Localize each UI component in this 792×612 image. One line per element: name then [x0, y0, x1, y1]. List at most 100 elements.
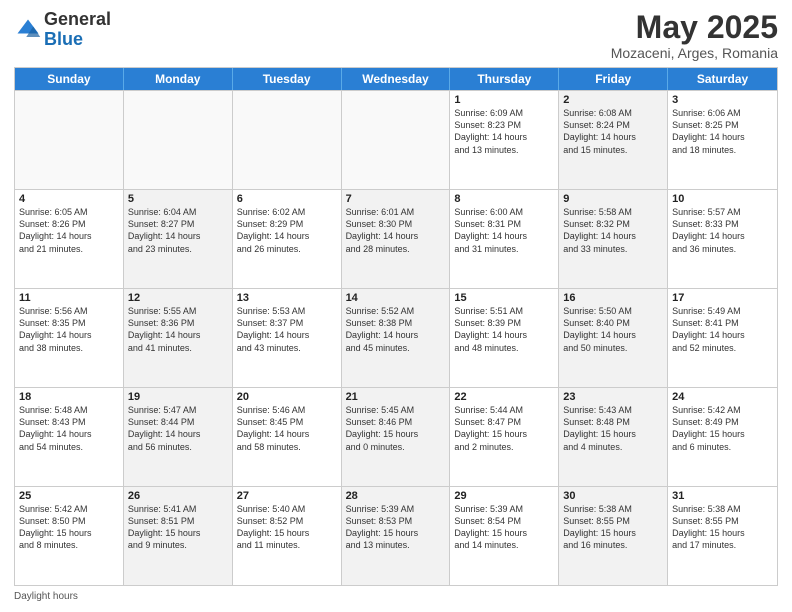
cal-cell: 10Sunrise: 5:57 AMSunset: 8:33 PMDayligh… — [668, 190, 777, 288]
day-number: 20 — [237, 391, 337, 403]
cal-header-day: Saturday — [668, 68, 777, 90]
day-info: Sunrise: 5:41 AMSunset: 8:51 PMDaylight:… — [128, 503, 228, 552]
cal-cell — [342, 91, 451, 189]
day-number: 3 — [672, 94, 773, 106]
day-number: 22 — [454, 391, 554, 403]
cal-header-day: Friday — [559, 68, 668, 90]
cal-cell: 7Sunrise: 6:01 AMSunset: 8:30 PMDaylight… — [342, 190, 451, 288]
month-title: May 2025 — [611, 10, 778, 45]
cal-week-row: 1Sunrise: 6:09 AMSunset: 8:23 PMDaylight… — [15, 90, 777, 189]
day-info: Sunrise: 5:42 AMSunset: 8:50 PMDaylight:… — [19, 503, 119, 552]
cal-cell — [15, 91, 124, 189]
day-info: Sunrise: 5:47 AMSunset: 8:44 PMDaylight:… — [128, 404, 228, 453]
day-info: Sunrise: 5:58 AMSunset: 8:32 PMDaylight:… — [563, 206, 663, 255]
day-number: 21 — [346, 391, 446, 403]
day-info: Sunrise: 5:51 AMSunset: 8:39 PMDaylight:… — [454, 305, 554, 354]
day-info: Sunrise: 5:46 AMSunset: 8:45 PMDaylight:… — [237, 404, 337, 453]
logo-icon — [14, 16, 42, 44]
cal-cell: 14Sunrise: 5:52 AMSunset: 8:38 PMDayligh… — [342, 289, 451, 387]
cal-cell: 11Sunrise: 5:56 AMSunset: 8:35 PMDayligh… — [15, 289, 124, 387]
day-number: 27 — [237, 490, 337, 502]
cal-cell: 6Sunrise: 6:02 AMSunset: 8:29 PMDaylight… — [233, 190, 342, 288]
day-number: 7 — [346, 193, 446, 205]
cal-cell: 22Sunrise: 5:44 AMSunset: 8:47 PMDayligh… — [450, 388, 559, 486]
logo: General Blue — [14, 10, 111, 50]
day-info: Sunrise: 5:43 AMSunset: 8:48 PMDaylight:… — [563, 404, 663, 453]
day-number: 26 — [128, 490, 228, 502]
cal-header-day: Monday — [124, 68, 233, 90]
footer: Daylight hours — [14, 591, 778, 602]
day-info: Sunrise: 6:06 AMSunset: 8:25 PMDaylight:… — [672, 107, 773, 156]
cal-cell: 29Sunrise: 5:39 AMSunset: 8:54 PMDayligh… — [450, 487, 559, 585]
cal-cell: 17Sunrise: 5:49 AMSunset: 8:41 PMDayligh… — [668, 289, 777, 387]
cal-cell: 8Sunrise: 6:00 AMSunset: 8:31 PMDaylight… — [450, 190, 559, 288]
logo-text: General Blue — [44, 10, 111, 50]
location-subtitle: Mozaceni, Arges, Romania — [611, 45, 778, 61]
logo-general: General — [44, 9, 111, 29]
cal-cell: 5Sunrise: 6:04 AMSunset: 8:27 PMDaylight… — [124, 190, 233, 288]
cal-cell: 18Sunrise: 5:48 AMSunset: 8:43 PMDayligh… — [15, 388, 124, 486]
cal-cell — [233, 91, 342, 189]
day-info: Sunrise: 5:40 AMSunset: 8:52 PMDaylight:… — [237, 503, 337, 552]
day-info: Sunrise: 5:48 AMSunset: 8:43 PMDaylight:… — [19, 404, 119, 453]
cal-cell: 25Sunrise: 5:42 AMSunset: 8:50 PMDayligh… — [15, 487, 124, 585]
day-number: 14 — [346, 292, 446, 304]
day-info: Sunrise: 5:42 AMSunset: 8:49 PMDaylight:… — [672, 404, 773, 453]
cal-cell: 2Sunrise: 6:08 AMSunset: 8:24 PMDaylight… — [559, 91, 668, 189]
day-number: 16 — [563, 292, 663, 304]
day-number: 19 — [128, 391, 228, 403]
cal-cell: 20Sunrise: 5:46 AMSunset: 8:45 PMDayligh… — [233, 388, 342, 486]
cal-week-row: 11Sunrise: 5:56 AMSunset: 8:35 PMDayligh… — [15, 288, 777, 387]
day-info: Sunrise: 5:56 AMSunset: 8:35 PMDaylight:… — [19, 305, 119, 354]
day-info: Sunrise: 5:55 AMSunset: 8:36 PMDaylight:… — [128, 305, 228, 354]
cal-cell: 24Sunrise: 5:42 AMSunset: 8:49 PMDayligh… — [668, 388, 777, 486]
day-info: Sunrise: 5:49 AMSunset: 8:41 PMDaylight:… — [672, 305, 773, 354]
daylight-label: Daylight hours — [14, 591, 78, 602]
day-info: Sunrise: 5:39 AMSunset: 8:54 PMDaylight:… — [454, 503, 554, 552]
day-number: 4 — [19, 193, 119, 205]
day-info: Sunrise: 6:08 AMSunset: 8:24 PMDaylight:… — [563, 107, 663, 156]
cal-cell: 9Sunrise: 5:58 AMSunset: 8:32 PMDaylight… — [559, 190, 668, 288]
cal-cell: 13Sunrise: 5:53 AMSunset: 8:37 PMDayligh… — [233, 289, 342, 387]
day-number: 1 — [454, 94, 554, 106]
day-number: 8 — [454, 193, 554, 205]
cal-cell: 19Sunrise: 5:47 AMSunset: 8:44 PMDayligh… — [124, 388, 233, 486]
day-number: 15 — [454, 292, 554, 304]
day-info: Sunrise: 6:01 AMSunset: 8:30 PMDaylight:… — [346, 206, 446, 255]
cal-cell: 16Sunrise: 5:50 AMSunset: 8:40 PMDayligh… — [559, 289, 668, 387]
day-info: Sunrise: 5:50 AMSunset: 8:40 PMDaylight:… — [563, 305, 663, 354]
cal-header-day: Wednesday — [342, 68, 451, 90]
cal-cell: 30Sunrise: 5:38 AMSunset: 8:55 PMDayligh… — [559, 487, 668, 585]
day-number: 6 — [237, 193, 337, 205]
day-info: Sunrise: 5:38 AMSunset: 8:55 PMDaylight:… — [672, 503, 773, 552]
cal-header-day: Thursday — [450, 68, 559, 90]
cal-header-day: Tuesday — [233, 68, 342, 90]
day-number: 17 — [672, 292, 773, 304]
title-block: May 2025 Mozaceni, Arges, Romania — [611, 10, 778, 61]
cal-cell: 4Sunrise: 6:05 AMSunset: 8:26 PMDaylight… — [15, 190, 124, 288]
calendar-body: 1Sunrise: 6:09 AMSunset: 8:23 PMDaylight… — [15, 90, 777, 585]
cal-cell: 28Sunrise: 5:39 AMSunset: 8:53 PMDayligh… — [342, 487, 451, 585]
cal-cell: 26Sunrise: 5:41 AMSunset: 8:51 PMDayligh… — [124, 487, 233, 585]
cal-cell: 31Sunrise: 5:38 AMSunset: 8:55 PMDayligh… — [668, 487, 777, 585]
day-number: 29 — [454, 490, 554, 502]
day-info: Sunrise: 5:57 AMSunset: 8:33 PMDaylight:… — [672, 206, 773, 255]
day-number: 28 — [346, 490, 446, 502]
day-number: 13 — [237, 292, 337, 304]
cal-week-row: 18Sunrise: 5:48 AMSunset: 8:43 PMDayligh… — [15, 387, 777, 486]
day-number: 11 — [19, 292, 119, 304]
day-info: Sunrise: 6:02 AMSunset: 8:29 PMDaylight:… — [237, 206, 337, 255]
day-info: Sunrise: 5:44 AMSunset: 8:47 PMDaylight:… — [454, 404, 554, 453]
cal-cell: 3Sunrise: 6:06 AMSunset: 8:25 PMDaylight… — [668, 91, 777, 189]
day-info: Sunrise: 5:45 AMSunset: 8:46 PMDaylight:… — [346, 404, 446, 453]
day-number: 2 — [563, 94, 663, 106]
day-number: 31 — [672, 490, 773, 502]
day-number: 12 — [128, 292, 228, 304]
day-number: 5 — [128, 193, 228, 205]
day-info: Sunrise: 6:05 AMSunset: 8:26 PMDaylight:… — [19, 206, 119, 255]
day-info: Sunrise: 6:09 AMSunset: 8:23 PMDaylight:… — [454, 107, 554, 156]
cal-cell: 21Sunrise: 5:45 AMSunset: 8:46 PMDayligh… — [342, 388, 451, 486]
cal-cell: 12Sunrise: 5:55 AMSunset: 8:36 PMDayligh… — [124, 289, 233, 387]
day-number: 25 — [19, 490, 119, 502]
day-number: 30 — [563, 490, 663, 502]
